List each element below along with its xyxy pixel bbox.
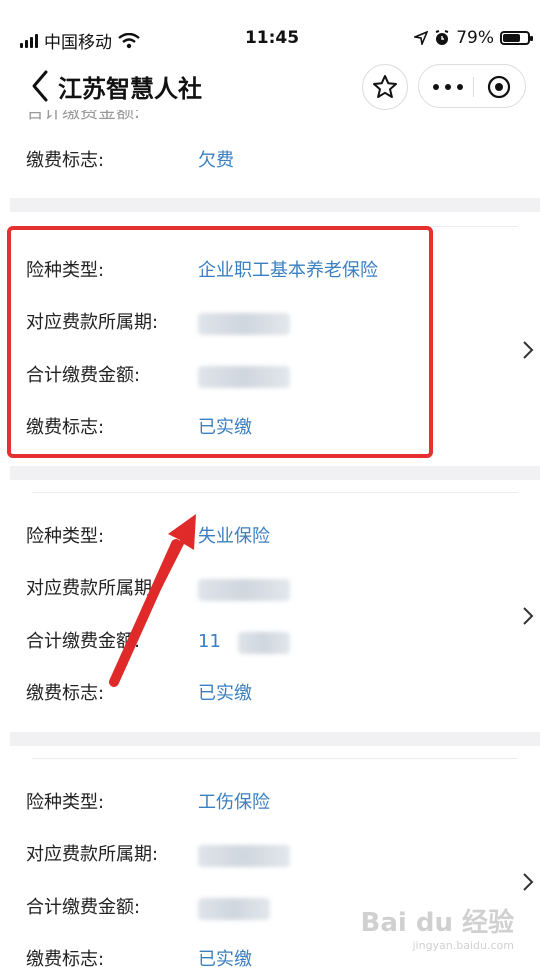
battery-percent: 79% [456, 28, 494, 48]
page-title: 江苏智慧人社 [58, 75, 202, 103]
annotation-arrow [109, 514, 196, 687]
watermark-brand: Bai du 经验 [360, 908, 515, 938]
payment-record-list: 合计缴费金额: 缴费标志: 欠费 险种类型: 企业职工基本养老保险 对应费款所属… [0, 110, 544, 976]
alarm-icon [435, 30, 449, 45]
status-right: 79% [414, 28, 533, 48]
mini-program-capsule [418, 64, 526, 108]
watermark: Bai du 经验 jingyan.baidu.com [361, 902, 515, 952]
more-icon[interactable] [433, 84, 463, 90]
battery-fill [503, 34, 520, 42]
location-icon [414, 31, 429, 45]
favorite-button[interactable] [362, 64, 408, 110]
status-bar: 中国移动 11:45 79% [0, 0, 544, 60]
back-icon[interactable] [28, 66, 58, 106]
star-icon [373, 75, 397, 98]
battery-icon [500, 31, 533, 45]
target-icon[interactable] [487, 75, 511, 99]
capsule-divider [473, 77, 474, 97]
nav-bar: 江苏智慧人社 [0, 60, 544, 110]
watermark-url: jingyan.baidu.com [412, 939, 514, 952]
